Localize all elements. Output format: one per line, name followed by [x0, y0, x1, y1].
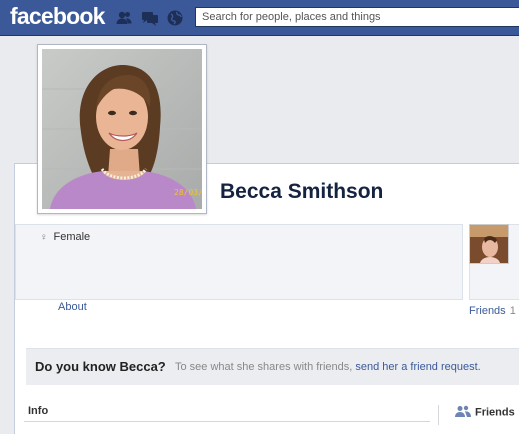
know-prompt-title: Do you know Becca? [35, 359, 166, 374]
gender-value: Female [53, 231, 91, 243]
friends-section-header[interactable]: Friends [455, 405, 515, 420]
friends-count: 1 [509, 305, 516, 317]
friends-label: Friends [469, 305, 506, 317]
gender-field: ♀ Female [40, 231, 90, 243]
know-prompt-text: To see what she shares with friends, sen… [175, 361, 481, 373]
messages-icon[interactable] [141, 9, 159, 27]
female-icon: ♀ [40, 232, 48, 243]
profile-name[interactable]: Becca Smithson [220, 180, 383, 204]
photo-timestamp: 28/03/2 [174, 188, 202, 197]
about-tab[interactable]: About [58, 301, 87, 313]
friends-icon [455, 405, 471, 420]
profile-photo: 28/03/2 [42, 49, 202, 209]
notifications-globe-icon[interactable] [166, 9, 184, 27]
send-friend-request-link[interactable]: send her a friend request. [355, 361, 480, 373]
search-input[interactable]: Search for people, places and things [195, 7, 519, 27]
friends-tab[interactable]: Friends 1 [469, 305, 516, 317]
info-divider [24, 421, 430, 422]
friend-thumbnail[interactable] [469, 224, 509, 264]
facebook-logo[interactable]: facebook [10, 3, 105, 30]
know-prompt-description: To see what she shares with friends, [175, 361, 356, 373]
friends-section-label: Friends [475, 406, 515, 419]
info-section-header: Info [28, 405, 49, 417]
profile-picture[interactable]: 28/03/2 [37, 44, 207, 214]
top-navigation-bar: facebook Search for people, places and t… [0, 0, 519, 36]
friend-requests-icon[interactable] [115, 9, 133, 27]
column-divider [438, 405, 439, 425]
